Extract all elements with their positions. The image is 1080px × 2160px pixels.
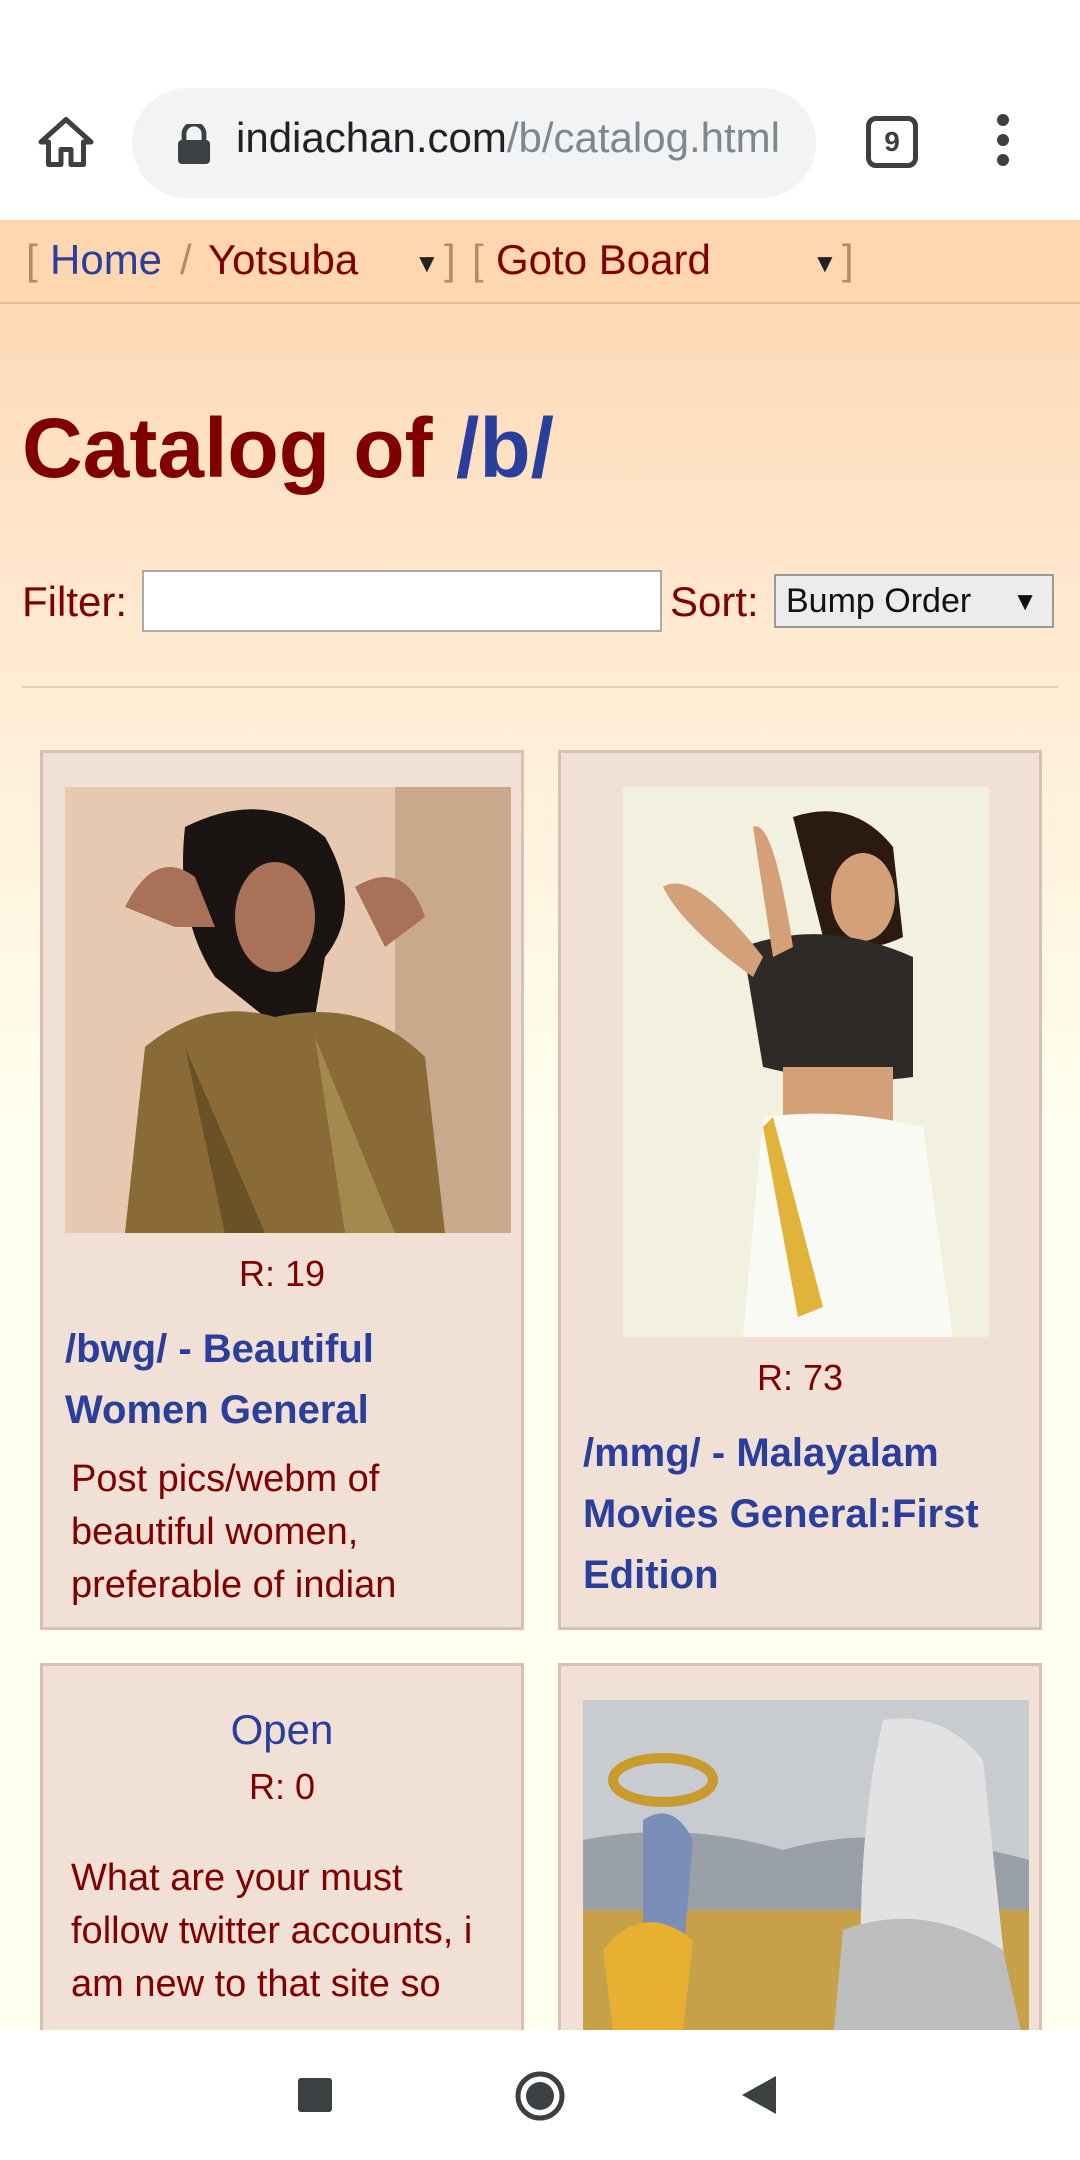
reply-count: R: 19 bbox=[238, 1253, 326, 1294]
tab-switcher-button[interactable]: 9 bbox=[866, 116, 918, 168]
style-select[interactable]: Yotsuba bbox=[208, 236, 358, 284]
thread-thumbnail[interactable] bbox=[65, 787, 511, 1233]
bracket-close: ] bbox=[444, 236, 456, 283]
address-bar[interactable]: indiachan.com/b/catalog.html bbox=[132, 88, 816, 198]
home-circle-icon[interactable] bbox=[514, 2070, 566, 2122]
home-icon[interactable] bbox=[36, 112, 96, 172]
page-title: Catalog of /b/ bbox=[22, 400, 554, 497]
board-list-bar: [ Home / Yotsuba ▼ ] [ Goto Board ▼ ] bbox=[0, 220, 1080, 304]
goto-dropdown-arrow-icon[interactable]: ▼ bbox=[812, 248, 838, 279]
thread-thumbnail[interactable] bbox=[623, 787, 989, 1337]
title-board: /b/ bbox=[456, 401, 554, 495]
woman-dancing-image-icon bbox=[623, 787, 989, 1337]
overflow-menu-icon[interactable] bbox=[988, 114, 1018, 174]
url-path: /b/catalog.html bbox=[506, 114, 780, 161]
reply-count: R: 73 bbox=[756, 1357, 844, 1398]
bracket-close-2: ] bbox=[842, 236, 854, 283]
recents-icon[interactable] bbox=[298, 2078, 332, 2112]
thread-subject[interactable]: /mmg/ - Malayalam Movies General:First E… bbox=[583, 1423, 1023, 1606]
url-host: indiachan.com bbox=[236, 114, 507, 161]
thread-card[interactable] bbox=[558, 1663, 1042, 2030]
back-icon[interactable] bbox=[742, 2076, 776, 2114]
bracket-open-2: [ bbox=[472, 236, 484, 283]
title-prefix: Catalog of bbox=[22, 401, 433, 495]
thread-card[interactable]: R: 73 /mmg/ - Malayalam Movies General:F… bbox=[558, 750, 1042, 1630]
divider bbox=[22, 686, 1058, 688]
filter-row: Filter: Sort: Bump Order ▼ bbox=[22, 570, 1062, 640]
system-nav-bar bbox=[0, 2030, 1080, 2160]
thread-open-link[interactable]: Open bbox=[43, 1706, 521, 1754]
thread-body: Post pics/webm of beautiful women, prefe… bbox=[71, 1458, 397, 1606]
thread-card[interactable]: R: 19 /bwg/ - Beautiful Women General Po… bbox=[40, 750, 524, 1630]
breadcrumb-separator: / bbox=[180, 236, 192, 283]
woman-saree-image-icon bbox=[65, 787, 511, 1233]
lock-icon bbox=[178, 124, 210, 164]
home-link[interactable]: Home bbox=[50, 236, 162, 284]
goto-board-select[interactable]: Goto Board bbox=[496, 236, 711, 284]
url-text: indiachan.com/b/catalog.html bbox=[236, 114, 796, 162]
style-dropdown-arrow-icon[interactable]: ▼ bbox=[414, 248, 440, 279]
sort-label: Sort: bbox=[670, 578, 759, 625]
thread-card[interactable]: Open R: 0 What are your must follow twit… bbox=[40, 1663, 524, 2030]
thread-body: What are your must follow twitter accoun… bbox=[71, 1857, 473, 2005]
filter-label: Filter: bbox=[22, 578, 127, 625]
reply-count: R: 0 bbox=[248, 1766, 316, 1807]
sort-select[interactable]: Bump Order ▼ bbox=[774, 574, 1054, 628]
thread-thumbnail[interactable] bbox=[583, 1700, 1029, 2030]
catalog-page: [ Home / Yotsuba ▼ ] [ Goto Board ▼ ] Ca… bbox=[0, 220, 1080, 2030]
filter-input[interactable] bbox=[142, 570, 662, 632]
browser-toolbar: indiachan.com/b/catalog.html 9 bbox=[0, 0, 1080, 220]
sort-dropdown-arrow-icon: ▼ bbox=[1012, 586, 1038, 616]
bracket-open: [ bbox=[26, 236, 38, 283]
sort-value: Bump Order bbox=[786, 582, 972, 620]
mythology-painting-image-icon bbox=[583, 1700, 1029, 2030]
thread-subject[interactable]: /bwg/ - Beautiful Women General bbox=[65, 1319, 505, 1441]
